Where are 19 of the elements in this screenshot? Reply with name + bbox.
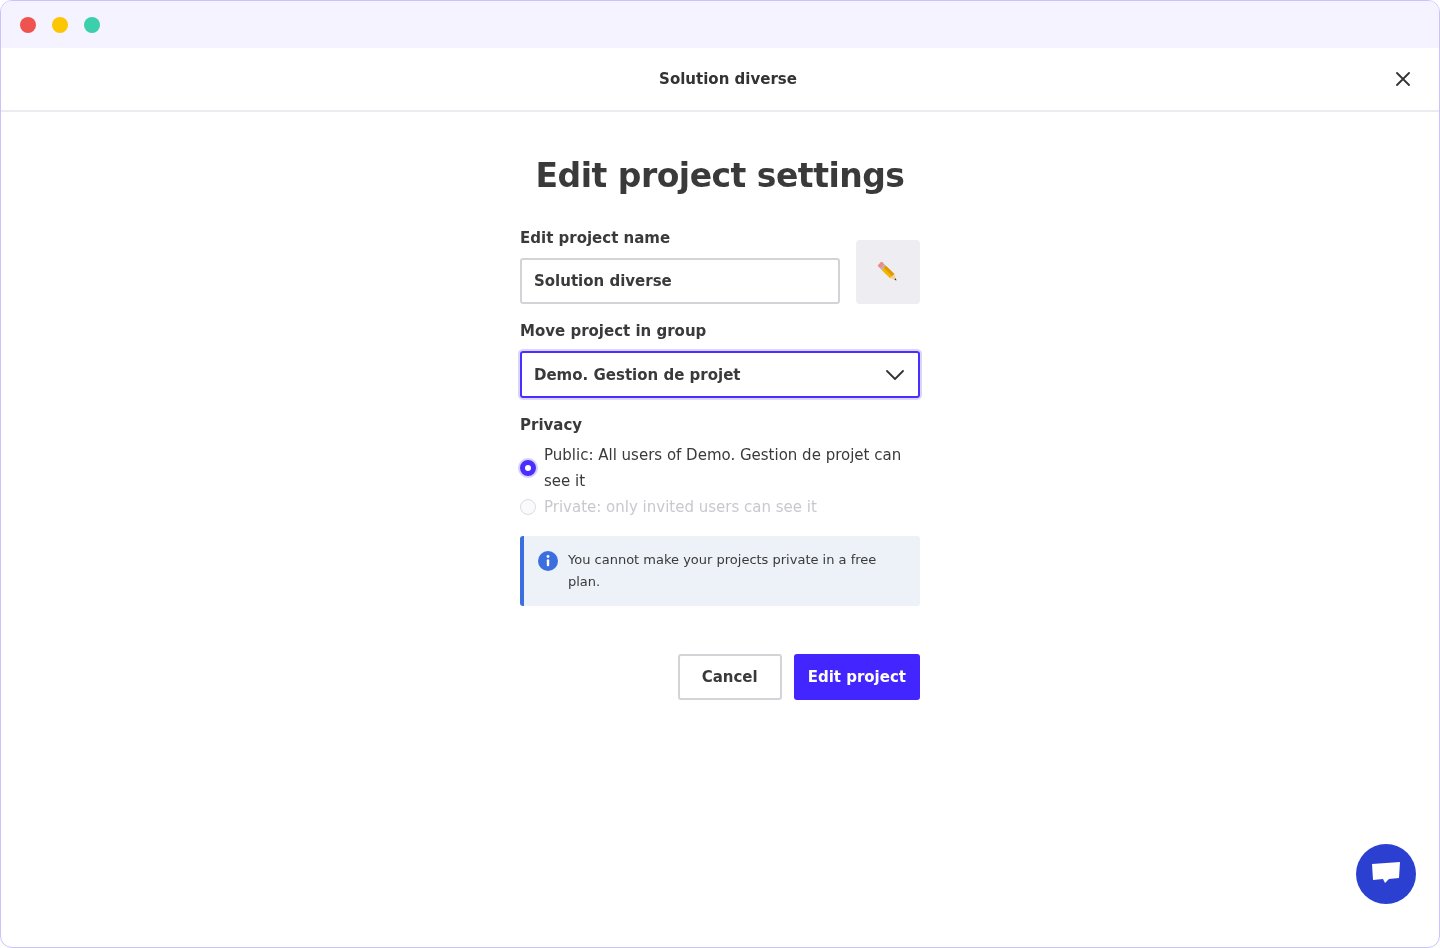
notice-text: You cannot make your projects private in a free plan. <box>568 551 878 591</box>
field-label: Privacy <box>520 416 584 434</box>
close-icon[interactable] <box>1396 72 1410 86</box>
dialog-title: Solution diverse <box>659 70 797 88</box>
field-label: Move project in group <box>520 322 708 340</box>
chat-button[interactable] <box>1356 844 1416 904</box>
window-control-dot[interactable] <box>84 16 100 33</box>
chevron-down-icon <box>886 369 904 380</box>
page-heading: Edit project settings <box>534 156 906 195</box>
submit-button[interactable]: Edit project <box>793 654 920 700</box>
group-dropdown[interactable]: Demo. Gestion de projet <box>520 351 920 398</box>
radio-button[interactable] <box>520 460 536 476</box>
window-control-dot[interactable] <box>20 16 36 33</box>
cancel-button[interactable]: Cancel <box>677 654 782 700</box>
info-icon <box>538 551 558 571</box>
project-name-field[interactable]: Solution diverse <box>520 258 840 304</box>
field-label: Edit project name <box>520 229 672 247</box>
window-control-dot[interactable] <box>52 16 68 33</box>
radio-label[interactable]: Public: All users of Demo. Gestion de projet can see it <box>544 442 920 494</box>
